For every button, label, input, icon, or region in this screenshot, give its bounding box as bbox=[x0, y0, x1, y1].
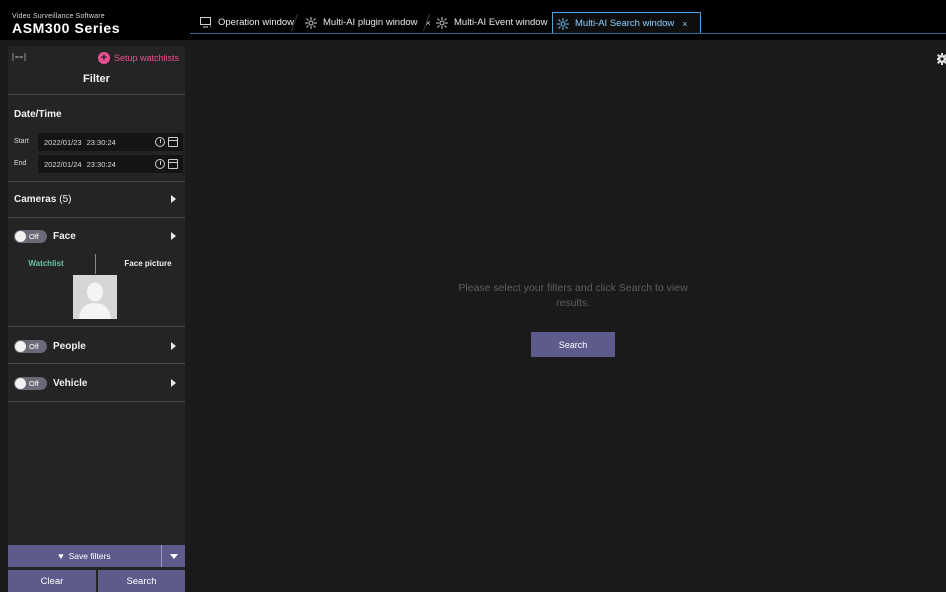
divider bbox=[8, 326, 185, 327]
empty-state-message: Please select your filters and click Sea… bbox=[458, 282, 688, 309]
end-datetime-row: End 2022/01/24 23:30:24 bbox=[8, 155, 185, 173]
start-datetime-value: 2022/01/23 23:30:24 bbox=[44, 138, 116, 147]
toggle-state: Off bbox=[29, 231, 39, 241]
cameras-label: Cameras bbox=[14, 193, 57, 205]
datetime-heading: Date/Time bbox=[14, 109, 62, 120]
filter-heading: Filter bbox=[83, 73, 110, 85]
setup-watchlists-label: Setup watchlists bbox=[113, 53, 179, 63]
divider bbox=[8, 401, 185, 402]
people-toggle[interactable]: Off bbox=[14, 339, 47, 353]
tab-multi-ai-event-window[interactable]: Multi-AI Event window × bbox=[436, 12, 561, 33]
cameras-section[interactable]: Cameras (5) bbox=[8, 190, 185, 208]
divider bbox=[8, 181, 185, 182]
vehicle-section[interactable]: Off Vehicle bbox=[8, 374, 185, 392]
calendar-icon[interactable] bbox=[168, 159, 178, 169]
divider bbox=[8, 94, 185, 95]
vehicle-label: Vehicle bbox=[53, 377, 88, 389]
filter-sidebar: + Setup watchlists Filter Date/Time Star… bbox=[8, 46, 185, 592]
setup-watchlists-link[interactable]: + Setup watchlists bbox=[97, 52, 179, 64]
tab-face-picture[interactable]: Face picture bbox=[118, 259, 178, 268]
face-toggle[interactable]: Off bbox=[14, 229, 47, 243]
brand-subtitle: Video Surveillance Software bbox=[12, 13, 105, 20]
vehicle-toggle[interactable]: Off bbox=[14, 376, 47, 390]
people-section[interactable]: Off People bbox=[8, 337, 185, 355]
start-datetime-row: Start 2022/01/23 23:30:24 bbox=[8, 133, 185, 151]
tab-operation-window[interactable]: Operation window bbox=[200, 12, 294, 33]
toggle-knob bbox=[15, 340, 26, 352]
start-datetime-field[interactable]: 2022/01/23 23:30:24 bbox=[38, 133, 183, 151]
heart-icon: ♥ bbox=[58, 551, 64, 561]
tab-multi-ai-plugin-window[interactable]: Multi-AI plugin window × bbox=[305, 12, 431, 33]
end-datetime-field[interactable]: 2022/01/24 23:30:24 bbox=[38, 155, 183, 173]
title-bar: Video Surveillance Software ASM300 Serie… bbox=[0, 0, 946, 40]
save-filters-bar: ♥ Save filters bbox=[8, 545, 185, 567]
save-filters-button[interactable]: ♥ Save filters bbox=[8, 545, 161, 567]
tab-multi-ai-search-window[interactable]: Multi-AI Search window × bbox=[552, 12, 701, 34]
face-section[interactable]: Off Face bbox=[8, 227, 185, 245]
search-button[interactable]: Search bbox=[531, 332, 615, 357]
calendar-icon[interactable] bbox=[168, 137, 178, 147]
save-filters-dropdown-icon[interactable] bbox=[162, 545, 185, 567]
clock-icon[interactable] bbox=[155, 159, 165, 169]
sidebar-search-button[interactable]: Search bbox=[98, 570, 185, 592]
person-silhouette-icon bbox=[73, 275, 117, 319]
plus-circle-icon: + bbox=[97, 52, 110, 64]
app-window: Video Surveillance Software ASM300 Serie… bbox=[0, 0, 946, 592]
chevron-right-icon bbox=[171, 195, 176, 203]
toggle-state: Off bbox=[29, 341, 39, 351]
start-label: Start bbox=[14, 138, 29, 145]
tab-label: Multi-AI Event window bbox=[454, 17, 548, 28]
clock-icon[interactable] bbox=[155, 137, 165, 147]
chevron-right-icon bbox=[171, 342, 176, 350]
results-area: Please select your filters and click Sea… bbox=[185, 40, 946, 592]
close-icon[interactable]: × bbox=[682, 19, 687, 29]
tab-underline bbox=[190, 33, 946, 34]
cameras-count: (5) bbox=[59, 193, 72, 205]
face-placeholder-image[interactable] bbox=[73, 275, 117, 319]
toggle-state: Off bbox=[29, 378, 39, 388]
end-label: End bbox=[14, 160, 27, 167]
gear-icon[interactable] bbox=[934, 52, 946, 65]
divider bbox=[8, 217, 185, 218]
ai-icon bbox=[305, 16, 319, 29]
toggle-knob bbox=[15, 230, 26, 242]
divider bbox=[95, 254, 96, 274]
toggle-knob bbox=[15, 377, 26, 389]
divider bbox=[8, 363, 185, 364]
monitor-icon bbox=[200, 16, 214, 29]
tab-strip: Operation window Multi-AI plugin window … bbox=[190, 12, 946, 34]
brand-title: ASM300 Series bbox=[12, 20, 121, 36]
chevron-right-icon bbox=[171, 232, 176, 240]
save-filters-label: Save filters bbox=[68, 551, 111, 561]
end-datetime-value: 2022/01/24 23:30:24 bbox=[44, 160, 116, 169]
chevron-right-icon bbox=[171, 379, 176, 387]
tab-watchlist[interactable]: Watchlist bbox=[18, 259, 74, 268]
ai-icon bbox=[557, 17, 571, 30]
face-label: Face bbox=[53, 230, 76, 242]
collapse-panel-icon[interactable] bbox=[12, 52, 28, 64]
tab-label: Multi-AI plugin window bbox=[323, 17, 418, 28]
clear-button[interactable]: Clear bbox=[8, 570, 96, 592]
tab-label: Multi-AI Search window bbox=[575, 18, 675, 29]
ai-icon bbox=[436, 16, 450, 29]
tab-label: Operation window bbox=[218, 17, 295, 28]
people-label: People bbox=[53, 340, 86, 352]
face-subtabs: Watchlist Face picture bbox=[8, 254, 185, 274]
